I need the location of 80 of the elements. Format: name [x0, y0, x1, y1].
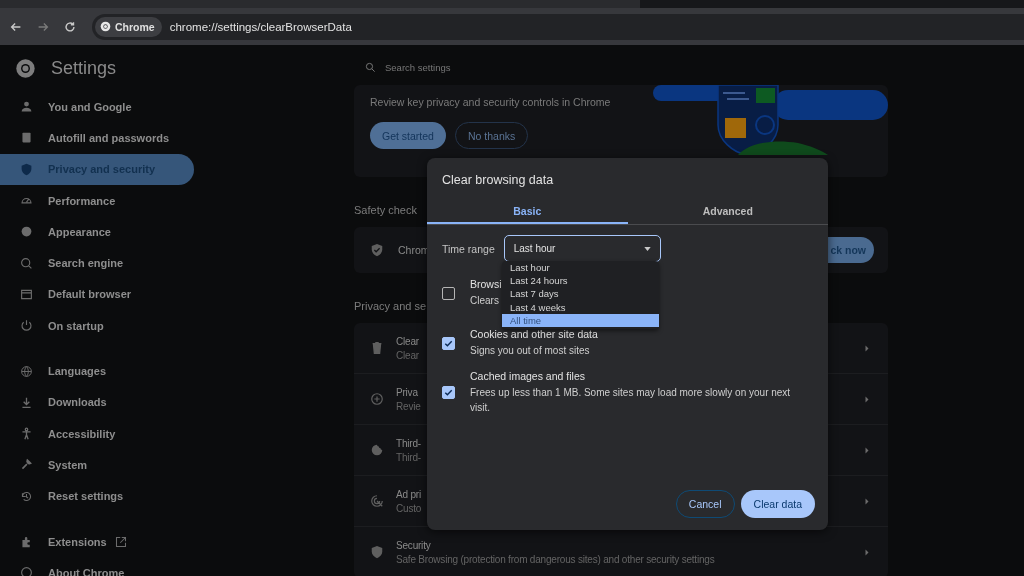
- sidebar-icon: [20, 256, 33, 270]
- chevron-right-icon[interactable]: [864, 344, 870, 352]
- option-title: Cookies and other site data: [470, 328, 598, 340]
- sidebar-item[interactable]: You and Google: [0, 91, 194, 123]
- time-range-label: Time range: [442, 242, 495, 255]
- setting-description: Clear: [396, 349, 419, 361]
- dropdown-option[interactable]: Last hour: [502, 261, 659, 275]
- search-field[interactable]: Search settings: [383, 60, 587, 74]
- sidebar-icon: [20, 131, 33, 145]
- caret-icon: [643, 246, 651, 251]
- sidebar-icon: [20, 535, 33, 548]
- site-chip[interactable]: Chrome: [95, 16, 162, 37]
- clear-data-button[interactable]: Clear data: [740, 490, 815, 518]
- url-text: chrome://settings/clearBrowserData: [169, 20, 352, 33]
- sidebar-item[interactable]: Accessibility: [0, 417, 194, 450]
- sidebar-item[interactable]: Appearance: [0, 216, 194, 248]
- option-description: Frees up less than 1 MB. Some sites may load more slowly on your next visit.: [470, 386, 792, 415]
- option-title: Browsi: [470, 278, 502, 290]
- settings-title: Settings: [51, 57, 117, 79]
- dropdown-option[interactable]: All time: [502, 313, 659, 327]
- setting-title: Clear: [396, 335, 419, 347]
- guide-text: Review key privacy and security controls in Chrome: [370, 96, 611, 108]
- section-heading: Privacy and se: [354, 300, 427, 312]
- sidebar-icon: [20, 100, 33, 114]
- section-heading: Safety check: [354, 204, 417, 216]
- setting-title: Priva: [396, 386, 418, 398]
- sidebar-item[interactable]: Languages: [0, 355, 194, 387]
- sidebar-item[interactable]: Extensions: [0, 525, 194, 558]
- tab[interactable]: Advanced: [627, 200, 828, 224]
- chevron-right-icon[interactable]: [864, 497, 870, 505]
- chevron-right-icon[interactable]: [864, 548, 870, 556]
- sidebar-icon: [20, 458, 33, 472]
- sidebar-icon: [20, 395, 33, 409]
- shield-icon: [370, 545, 384, 559]
- sidebar-item[interactable]: Downloads: [0, 386, 194, 418]
- chrome-logo-icon: [15, 57, 36, 79]
- sidebar-icon: [20, 287, 33, 301]
- sidebar-icon: [20, 566, 33, 576]
- setting-description: Revie: [396, 400, 421, 412]
- target-icon: [370, 494, 384, 508]
- sidebar-item[interactable]: Default browser: [0, 278, 194, 311]
- reload-icon[interactable]: [63, 19, 77, 34]
- dropdown-option[interactable]: Last 7 days: [502, 287, 659, 301]
- sidebar-item[interactable]: Autofill and passwords: [0, 122, 194, 154]
- dialog-title: Clear browsing data: [441, 172, 555, 187]
- setting-title: Third-: [396, 437, 421, 449]
- checkbox[interactable]: [442, 286, 455, 300]
- setting-description: Third-: [396, 451, 421, 463]
- sidebar-icon: [20, 364, 33, 378]
- sidebar-item[interactable]: System: [0, 449, 194, 481]
- sidebar-item[interactable]: On startup: [0, 310, 194, 342]
- sidebar-icon: [20, 319, 33, 333]
- dropdown-option[interactable]: Last 24 hours: [502, 274, 659, 288]
- sidebar-item[interactable]: Reset settings: [0, 480, 194, 512]
- chevron-right-icon[interactable]: [864, 446, 870, 454]
- setting-title: Ad pri: [396, 488, 421, 500]
- option-description: Clears: [470, 294, 500, 308]
- setting-title: Security: [396, 539, 431, 551]
- tab[interactable]: Basic: [427, 200, 628, 224]
- chrome-logo-icon: [100, 21, 111, 32]
- sidebar-item[interactable]: Performance: [0, 184, 194, 217]
- cookie-icon: [370, 443, 384, 457]
- sidebar-icon: [20, 427, 33, 441]
- option-title: Cached images and files: [470, 370, 586, 382]
- chevron-right-icon[interactable]: [864, 395, 870, 403]
- address-bar[interactable]: Chrome chrome://settings/clearBrowserData: [92, 13, 1024, 40]
- dropdown-option[interactable]: Last 4 weeks: [502, 300, 659, 314]
- checkbox[interactable]: [442, 336, 455, 350]
- sidebar-item[interactable]: Search engine: [0, 247, 194, 279]
- setting-description: Custo: [396, 502, 422, 514]
- option-description: Signs you out of most sites: [470, 344, 591, 358]
- sidebar-icon: [20, 162, 33, 176]
- search-icon: [365, 61, 376, 73]
- external-link-icon: [114, 535, 127, 548]
- trash-icon: [370, 341, 384, 355]
- shield-check-icon: [370, 243, 384, 257]
- sidebar-icon: [20, 489, 33, 503]
- setting-description: Safe Browsing (protection from dangerous sites) and other security settings: [396, 553, 715, 565]
- checkbox[interactable]: [442, 386, 455, 399]
- sidebar-icon: [20, 225, 33, 239]
